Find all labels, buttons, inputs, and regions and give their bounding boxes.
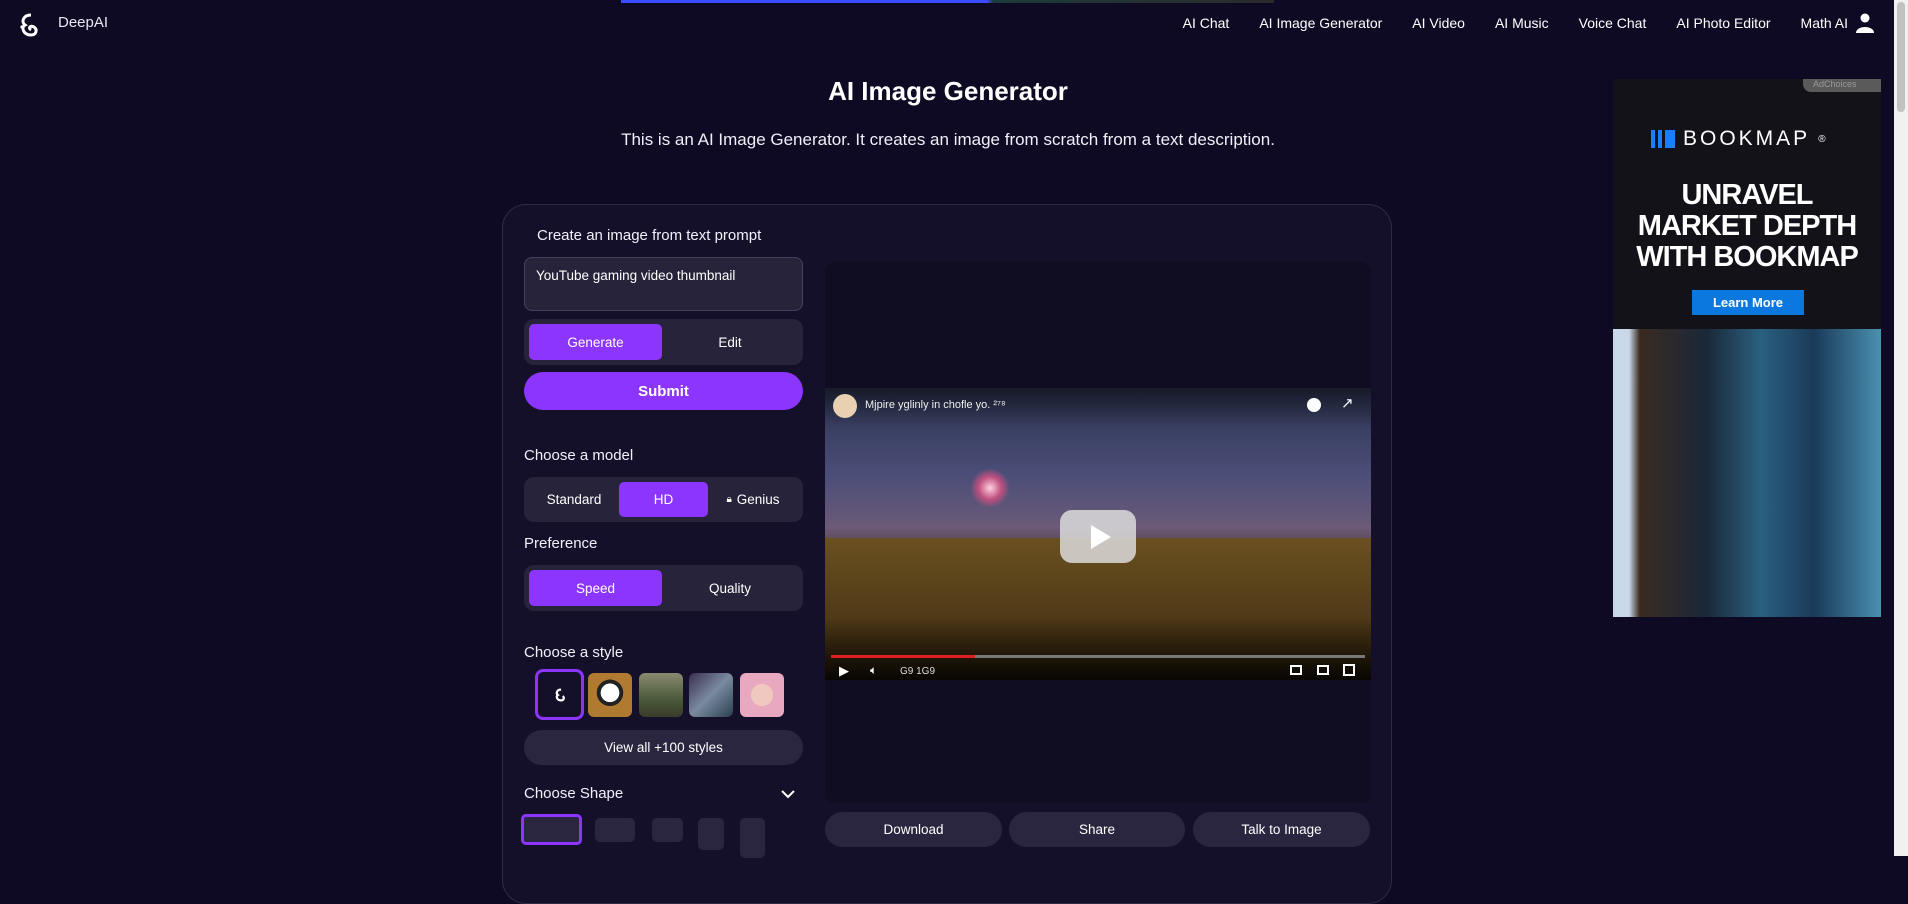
submit-button[interactable]: Submit xyxy=(524,372,803,410)
scrollbar[interactable] xyxy=(1894,0,1908,856)
nav-voice-chat[interactable]: Voice Chat xyxy=(1579,15,1647,31)
video-time: G9 1G9 xyxy=(900,666,936,677)
main-nav: AI Chat AI Image Generator AI Video AI M… xyxy=(1183,15,1848,31)
nav-ai-video[interactable]: AI Video xyxy=(1412,15,1465,31)
deepai-logo-icon xyxy=(555,688,565,701)
watch-later-icon[interactable] xyxy=(1307,398,1321,412)
model-genius[interactable]: 🔒︎ Genius xyxy=(708,482,798,517)
share-button[interactable]: Share xyxy=(1009,812,1185,847)
style-default[interactable] xyxy=(535,669,584,720)
video-title: Mjpire yglinly in chofle yo. ²⁷⁸ xyxy=(865,399,1006,411)
style-cyborg-thumbnail[interactable] xyxy=(689,673,733,717)
style-portrait-thumbnail[interactable] xyxy=(740,673,784,717)
talk-to-image-button[interactable]: Talk to Image xyxy=(1193,812,1370,847)
captions-icon[interactable] xyxy=(1290,665,1302,675)
download-button[interactable]: Download xyxy=(825,812,1002,847)
scrollbar-thumb[interactable] xyxy=(1897,2,1905,112)
ad-logo: BOOKMAP ® xyxy=(1651,127,1826,151)
share-arrow-icon[interactable]: ↗ xyxy=(1341,394,1354,412)
style-landscape-thumbnail[interactable] xyxy=(639,673,683,717)
shape-label: Choose Shape xyxy=(524,785,624,802)
play-button[interactable] xyxy=(1060,510,1136,563)
prompt-input[interactable]: YouTube gaming video thumbnail xyxy=(524,257,803,311)
prompt-label: Create an image from text prompt xyxy=(537,227,762,244)
shape-tall[interactable] xyxy=(740,818,765,858)
brand-name[interactable]: DeepAI xyxy=(58,14,108,31)
adchoices-badge[interactable]: AdChoices xyxy=(1803,79,1881,92)
shape-square[interactable] xyxy=(652,818,683,842)
nav-math-ai[interactable]: Math AI xyxy=(1801,15,1848,31)
nav-ai-photo-editor[interactable]: AI Photo Editor xyxy=(1676,15,1770,31)
deepai-logo-icon[interactable] xyxy=(16,12,42,38)
model-selector: Standard HD 🔒︎ Genius xyxy=(524,477,803,522)
model-genius-label: Genius xyxy=(736,492,780,507)
fullscreen-icon[interactable] xyxy=(1343,664,1355,676)
style-panda-thumbnail[interactable] xyxy=(588,673,632,717)
nav-ai-music[interactable]: AI Music xyxy=(1495,15,1549,31)
theater-icon[interactable] xyxy=(1317,665,1329,675)
ad-photo xyxy=(1613,329,1881,617)
preference-quality[interactable]: Quality xyxy=(662,570,798,606)
model-label: Choose a model xyxy=(524,447,634,464)
bookmap-bars-icon xyxy=(1651,130,1675,148)
lock-icon: 🔒︎ xyxy=(726,494,732,505)
shape-landscape[interactable] xyxy=(595,818,635,842)
page-title: AI Image Generator xyxy=(828,76,1068,106)
nav-ai-chat[interactable]: AI Chat xyxy=(1183,15,1230,31)
preference-label: Preference xyxy=(524,535,598,552)
progress-fill xyxy=(831,655,976,658)
ad-learn-more-button[interactable]: Learn More xyxy=(1692,290,1804,315)
style-label: Choose a style xyxy=(524,644,624,661)
preference-speed[interactable]: Speed xyxy=(529,570,662,606)
play-icon xyxy=(1091,525,1111,549)
model-standard[interactable]: Standard xyxy=(529,482,619,517)
volume-icon[interactable]: 🔈︎ xyxy=(870,663,877,678)
top-banner-strip xyxy=(621,0,1274,3)
mode-toggle: Generate Edit xyxy=(524,319,803,365)
advertisement[interactable]: AdChoices BOOKMAP ® UNRAVEL MARKET DEPTH … xyxy=(1613,79,1881,617)
preference-selector: Speed Quality xyxy=(524,565,803,611)
page-subtitle: This is an AI Image Generator. It create… xyxy=(621,130,1275,149)
nav-ai-image-generator[interactable]: AI Image Generator xyxy=(1259,15,1382,31)
shape-landscape-wide[interactable] xyxy=(521,814,582,845)
view-all-styles-button[interactable]: View all +100 styles xyxy=(524,730,803,765)
ad-brand: BOOKMAP xyxy=(1683,127,1811,150)
chevron-down-icon[interactable] xyxy=(780,788,796,800)
play-control-icon[interactable]: ▶ xyxy=(839,663,849,679)
ad-headline: UNRAVEL MARKET DEPTH WITH BOOKMAP xyxy=(1636,179,1859,273)
generate-tab[interactable]: Generate xyxy=(529,324,662,360)
shape-portrait[interactable] xyxy=(698,818,724,850)
user-icon[interactable] xyxy=(1856,13,1874,33)
channel-avatar[interactable] xyxy=(833,394,857,418)
street-light xyxy=(970,468,1010,508)
model-hd[interactable]: HD xyxy=(619,482,708,517)
generated-image[interactable]: Mjpire yglinly in chofle yo. ²⁷⁸ ↗ ▶ 🔈︎ … xyxy=(825,388,1371,680)
edit-tab[interactable]: Edit xyxy=(662,324,798,360)
progress-track[interactable] xyxy=(831,655,1365,658)
